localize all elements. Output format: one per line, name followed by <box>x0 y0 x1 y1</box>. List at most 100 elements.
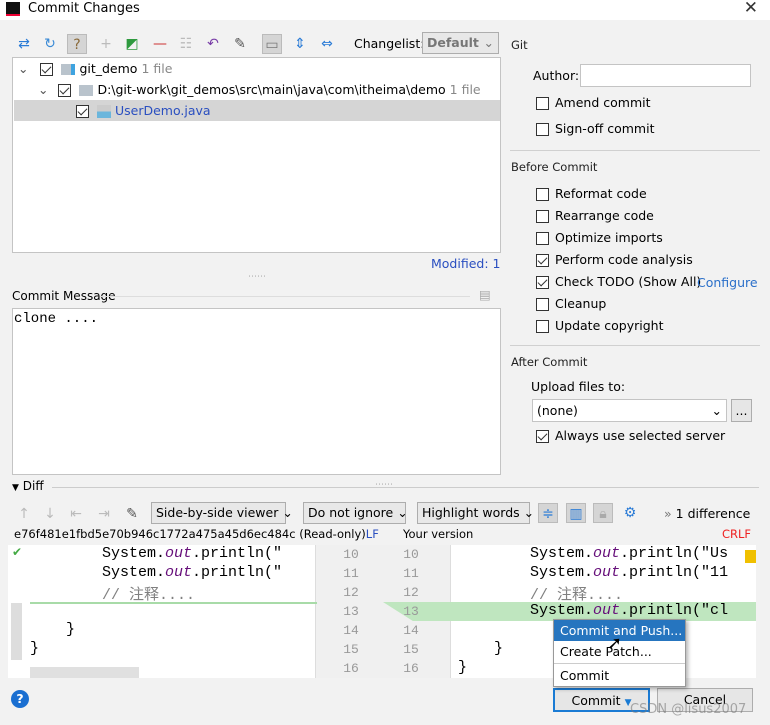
watermark: CSDN @lisus2007 <box>630 702 747 717</box>
left-header: e76f481e1fbd5e70b946c1772a475a45d6ec484c… <box>14 527 379 541</box>
browse-button[interactable]: ... <box>731 399 752 422</box>
warning-marker <box>745 550 756 563</box>
divider <box>510 150 760 151</box>
show-diff-icon[interactable]: ⇄ <box>14 34 34 54</box>
chevron-down-icon[interactable]: ⌄ <box>38 82 48 97</box>
code-line: System.out.println("Us <box>458 545 729 562</box>
close-button[interactable]: ✕ <box>744 0 758 18</box>
next-difference-icon[interactable]: ↓ <box>40 504 60 524</box>
right-line-number: 11 <box>403 566 419 581</box>
move-to-changelist-icon[interactable]: ◩ <box>122 34 142 54</box>
collapse-all-icon[interactable]: ⇔ <box>317 34 337 54</box>
modified-count[interactable]: Modified: 1 <box>431 256 500 271</box>
group-icon[interactable]: ☷ <box>176 34 196 54</box>
sync-scroll-icon[interactable]: ▥ <box>566 503 586 523</box>
highlight-select[interactable]: Highlight words ⌄ <box>417 502 534 524</box>
right-line-number: 16 <box>403 661 419 676</box>
changes-tree[interactable]: ⌄ git_demo 1 file ⌄ D:\git-work\git_demo… <box>12 57 501 253</box>
horizontal-scrollbar[interactable] <box>30 667 139 678</box>
checkbox[interactable] <box>40 63 54 76</box>
reformat-code-checkbox[interactable]: Reformat code <box>536 184 647 204</box>
upload-server-select[interactable]: (none) ⌄ <box>532 399 727 422</box>
left-line-number: 16 <box>343 661 359 676</box>
lock-icon[interactable]: 🔒︎ <box>593 503 613 523</box>
rearrange-code-checkbox[interactable]: Rearrange code <box>536 206 654 226</box>
chevron-down-icon: ⌄ <box>523 505 535 520</box>
next-file-icon[interactable]: ⇥ <box>94 504 114 524</box>
edit-source-icon[interactable]: ✎ <box>230 34 250 54</box>
left-line-number: 12 <box>343 585 359 600</box>
right-eol[interactable]: CRLF <box>722 527 751 541</box>
code-line: } <box>458 659 468 676</box>
sign-off-commit-checkbox[interactable]: Sign-off commit <box>536 119 655 139</box>
checkbox[interactable] <box>76 105 89 118</box>
folder-icon <box>79 85 94 96</box>
author-label: Author: <box>533 68 580 83</box>
remove-icon[interactable]: — <box>150 34 170 54</box>
group-by-directory-icon[interactable]: ▭ <box>262 34 282 54</box>
left-line-number: 10 <box>343 547 359 562</box>
unversioned-files-icon[interactable]: ? <box>67 34 87 54</box>
divider <box>507 487 759 488</box>
right-line-number: 14 <box>403 623 419 638</box>
git-heading: Git <box>511 38 528 52</box>
chevron-down-icon: ⌄ <box>282 505 293 520</box>
help-button[interactable]: ? <box>11 690 29 708</box>
check-todo-checkbox[interactable]: Check TODO (Show All) <box>536 272 701 292</box>
author-input[interactable] <box>580 64 751 87</box>
viewer-select[interactable]: Side-by-side viewer ⌄ <box>151 502 293 524</box>
checkbox[interactable] <box>58 84 72 97</box>
tree-label: git_demo <box>79 61 138 76</box>
add-icon[interactable]: + <box>96 34 116 54</box>
previous-file-icon[interactable]: ⇤ <box>66 504 86 524</box>
message-history-icon[interactable]: ▤ <box>479 287 491 302</box>
left-line-number: 15 <box>343 642 359 657</box>
splitter-handle[interactable]: ⋯⋯ <box>248 272 266 282</box>
tree-item-git-demo[interactable]: ⌄ git_demo 1 file <box>14 58 500 79</box>
divider <box>52 487 507 488</box>
refresh-icon[interactable]: ↻ <box>40 34 60 54</box>
left-line-number: 13 <box>343 604 359 619</box>
splitter-handle[interactable]: ⋯⋯ <box>375 480 393 490</box>
checkmark-icon: ✔ <box>12 545 23 559</box>
rollback-icon[interactable]: ↶ <box>203 34 223 54</box>
menu-separator <box>554 663 685 664</box>
expand-all-icon[interactable]: ⇕ <box>290 34 310 54</box>
mouse-cursor-icon: ➚ <box>607 633 623 654</box>
settings-gear-icon[interactable]: ⚙ <box>620 503 640 523</box>
update-copyright-checkbox[interactable]: Update copyright <box>536 316 663 336</box>
diff-label: Diff <box>22 479 44 493</box>
chevron-down-icon: ⌄ <box>397 505 408 520</box>
chevron-down-icon: ⌄ <box>483 35 494 50</box>
app-icon <box>6 2 20 16</box>
always-use-server-checkbox[interactable]: Always use selected server <box>536 426 725 446</box>
code-line: // 注释.... <box>458 587 624 604</box>
code-line: } <box>458 640 504 657</box>
edit-source-icon[interactable]: ✎ <box>122 504 142 524</box>
difference-count: » 1 difference <box>664 506 751 521</box>
perform-code-analysis-checkbox[interactable]: Perform code analysis <box>536 250 693 270</box>
code-line: System.out.println("cl <box>458 602 729 619</box>
commit-message-input[interactable]: clone .... <box>12 308 501 475</box>
menu-item-commit[interactable]: Commit <box>554 665 685 686</box>
ignore-select[interactable]: Do not ignore ⌄ <box>303 502 408 524</box>
divider <box>100 296 470 297</box>
window-title: Commit Changes <box>28 1 140 16</box>
configure-link[interactable]: Configure <box>697 275 758 290</box>
right-line-number: 15 <box>403 642 419 657</box>
tree-label: D:\git-work\git_demos\src\main\java\com\… <box>97 82 446 97</box>
tree-item-file[interactable]: UserDemo.java <box>14 100 500 121</box>
upload-label: Upload files to: <box>531 379 626 394</box>
left-eol[interactable]: LF <box>366 527 379 541</box>
tree-item-directory[interactable]: ⌄ D:\git-work\git_demos\src\main\java\co… <box>14 79 500 100</box>
changelist-select[interactable]: Default ⌄ <box>422 32 499 54</box>
collapse-unchanged-icon[interactable]: ≑ <box>538 503 558 523</box>
optimize-imports-checkbox[interactable]: Optimize imports <box>536 228 663 248</box>
amend-commit-checkbox[interactable]: Amend commit <box>536 93 651 113</box>
previous-difference-icon[interactable]: ↑ <box>14 504 34 524</box>
module-icon <box>61 64 76 75</box>
code-line: System.out.println(" <box>30 564 283 581</box>
diff-section-toggle[interactable]: ▼ Diff <box>12 479 44 493</box>
chevron-down-icon[interactable]: ⌄ <box>18 61 28 76</box>
cleanup-checkbox[interactable]: Cleanup <box>536 294 606 314</box>
